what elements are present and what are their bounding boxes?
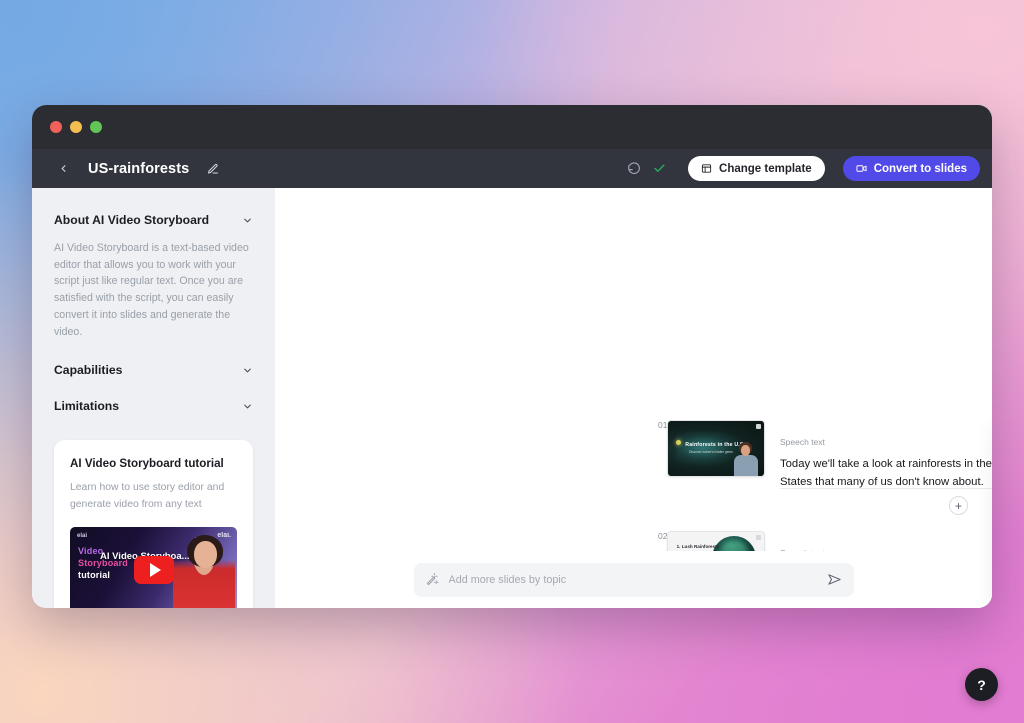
- tutorial-title: AI Video Storyboard tutorial: [70, 457, 224, 471]
- app-header: US-rainforests Change template Convert t…: [32, 149, 992, 188]
- slide-presenter: [734, 442, 758, 476]
- prompt-bar[interactable]: [413, 562, 854, 597]
- speech-text-label: Speech text: [780, 437, 825, 447]
- sidebar-section-capabilities[interactable]: Capabilities: [54, 360, 253, 380]
- chevron-down-icon: [242, 365, 253, 376]
- magic-wand-icon: [426, 573, 439, 586]
- pencil-icon[interactable]: [207, 163, 219, 175]
- app-window: US-rainforests Change template Convert t…: [32, 105, 992, 608]
- slide-thumb-title: 1. Lush Rainforests: [676, 544, 720, 550]
- slide-speech-block[interactable]: Speech text Today we'll take a look at r…: [780, 437, 992, 492]
- prompt-input[interactable]: [448, 573, 817, 586]
- convert-to-slides-label: Convert to slides: [873, 162, 967, 175]
- video-brand-left: elai: [77, 532, 88, 539]
- sidebar-section-limitations-title: Limitations: [54, 399, 120, 414]
- chevron-down-icon: [242, 215, 253, 226]
- storyboard-canvas: 01 Rainforests in the U.S. Discover natu…: [275, 188, 992, 608]
- sidebar: About AI Video Storyboard AI Video Story…: [32, 188, 275, 608]
- prompt-bar-container: [275, 551, 992, 608]
- back-icon[interactable]: [54, 160, 72, 178]
- sidebar-section-limitations[interactable]: Limitations: [54, 396, 253, 416]
- sidebar-section-about-title: About AI Video Storyboard: [54, 213, 210, 227]
- video-icon: [856, 165, 867, 172]
- slide-thumb-badge: [756, 535, 761, 540]
- saved-check-icon: [653, 162, 666, 175]
- youtube-play-icon[interactable]: [133, 555, 174, 584]
- chevron-down-icon: [242, 401, 253, 412]
- speech-text-value[interactable]: Today we'll take a look at rainforests i…: [780, 455, 992, 492]
- change-template-button[interactable]: Change template: [688, 156, 825, 181]
- send-icon[interactable]: [827, 572, 842, 587]
- minimize-window-button[interactable]: [70, 121, 82, 133]
- slide-thumb-badge: [756, 424, 761, 429]
- help-button[interactable]: ?: [965, 668, 998, 701]
- slide-thumbnail[interactable]: Rainforests in the U.S. Discover nature'…: [667, 420, 765, 477]
- tutorial-subtitle: Learn how to use story editor and genera…: [70, 482, 225, 510]
- video-presenter-face: [194, 540, 217, 568]
- tutorial-card[interactable]: AI Video Storyboard tutorial Learn how t…: [54, 440, 253, 608]
- page-title: US-rainforests: [88, 160, 190, 177]
- template-icon: [701, 164, 712, 173]
- speech-divider: [780, 488, 992, 489]
- map-pin-icon: [675, 439, 681, 445]
- sidebar-section-about-body: AI Video Storyboard is a text-based vide…: [54, 242, 249, 338]
- add-slide-button[interactable]: +: [949, 496, 968, 515]
- close-window-button[interactable]: [50, 121, 62, 133]
- tutorial-video-thumbnail[interactable]: elai elai. Video Storyboard tutorial AI …: [70, 526, 237, 608]
- slide-thumb-subtitle: Discover nature's hidden gems: [689, 449, 733, 454]
- app-body: About AI Video Storyboard AI Video Story…: [32, 188, 992, 608]
- maximize-window-button[interactable]: [90, 121, 102, 133]
- sidebar-section-about[interactable]: About AI Video Storyboard: [54, 210, 253, 230]
- convert-to-slides-button[interactable]: Convert to slides: [842, 156, 980, 181]
- sidebar-section-capabilities-title: Capabilities: [54, 363, 123, 378]
- change-template-label: Change template: [719, 162, 812, 175]
- video-text-line-3: tutorial: [78, 569, 111, 580]
- undo-icon[interactable]: [627, 161, 641, 176]
- window-titlebar: [32, 105, 992, 149]
